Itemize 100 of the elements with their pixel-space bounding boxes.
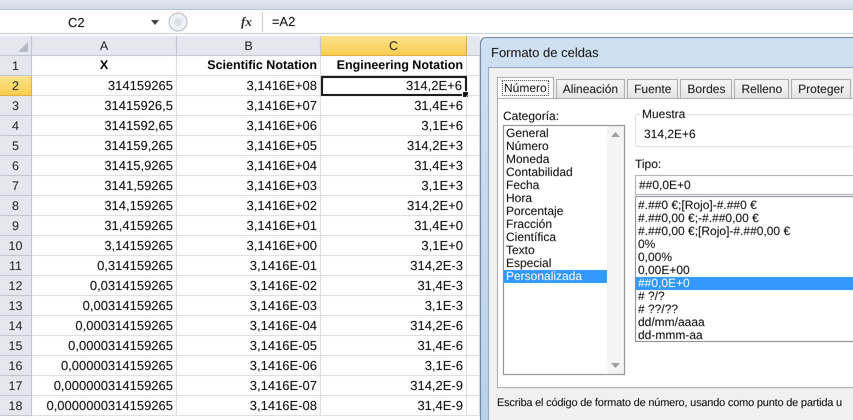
table-cell: 314159265: [32, 76, 177, 96]
row-header[interactable]: 5: [0, 136, 32, 156]
scroll-up-icon[interactable]: [611, 132, 620, 137]
type-list[interactable]: #.##0 €;[Rojo]-#.##0 € #.##0,00 €;-#.##0,00 € #.##0,00 €;[Rojo]-#.##0,00 € 0% 0,00% 0,00E+00 ##0,0E+0 # ?/? # ??/?? dd/mm/aaaa dd-mmm-aa: [635, 196, 853, 342]
table-cell: 3,14159265: [32, 236, 177, 256]
scroll-down-icon[interactable]: [611, 363, 620, 368]
column-header[interactable]: [467, 36, 480, 56]
column-header[interactable]: C: [321, 36, 467, 56]
table-cell: 3,1E-3: [321, 296, 467, 316]
table-cell: 314,2E+6: [321, 76, 467, 96]
table-cell: 0,000314159265: [32, 316, 177, 336]
row-header[interactable]: 8: [0, 196, 32, 216]
category-item[interactable]: Hora: [504, 192, 607, 205]
table-cell: 3,1416E+04: [177, 156, 321, 176]
tab[interactable]: Proteger: [791, 79, 852, 98]
row-header[interactable]: 11: [0, 256, 32, 276]
row-header[interactable]: 13: [0, 296, 32, 316]
row-header[interactable]: 9: [0, 216, 32, 236]
name-box[interactable]: C2: [0, 12, 165, 32]
type-input[interactable]: ##0,0E+0: [635, 175, 853, 195]
row-header[interactable]: 14: [0, 316, 32, 336]
scrollbar[interactable]: [607, 126, 624, 374]
table-cell: 3,1E+3: [321, 176, 467, 196]
table-cell: 3,1416E-06: [177, 356, 321, 376]
tab[interactable]: Relleno: [734, 79, 790, 98]
column-header[interactable]: B: [177, 36, 321, 56]
row-header[interactable]: 18: [0, 396, 32, 416]
sample-label: Muestra: [640, 107, 688, 121]
row-header[interactable]: 2: [0, 76, 32, 96]
description-text: Escriba el código de formato de número, usando como punto de partida u: [497, 397, 843, 409]
type-label: Tipo:: [635, 157, 662, 173]
category-item[interactable]: Fecha: [504, 179, 607, 192]
table-cell: 3,1416E+07: [177, 96, 321, 116]
table-cell: 3,1416E-05: [177, 336, 321, 356]
row-header[interactable]: 7: [0, 176, 32, 196]
tab[interactable]: Bordes: [680, 79, 732, 98]
row-header[interactable]: 12: [0, 276, 32, 296]
tab[interactable]: Fuente: [627, 79, 678, 98]
formula-input[interactable]: =A2: [262, 12, 853, 32]
table-cell: 3,1E+0: [321, 236, 467, 256]
table-cell: 3141,59265: [32, 176, 177, 196]
category-item[interactable]: General: [504, 127, 607, 140]
category-list[interactable]: General Número Moneda Contabilidad Fecha Hora Porcentaje Fracción Científica Texto Especial Personalizada: [503, 125, 625, 375]
table-cell: 0,0314159265: [32, 276, 177, 296]
table-cell: 3,1416E+06: [177, 116, 321, 136]
table-cell: 314,2E+0: [321, 196, 467, 216]
table-cell: 3,1416E+08: [177, 76, 321, 96]
fill-handle[interactable]: [462, 91, 469, 98]
type-item[interactable]: #.##0 €;[Rojo]-#.##0 €: [636, 199, 853, 212]
category-item[interactable]: Contabilidad: [504, 166, 607, 179]
category-item[interactable]: Científica: [504, 231, 607, 244]
category-item[interactable]: Moneda: [504, 153, 607, 166]
table-cell: 0,0000314159265: [32, 336, 177, 356]
table-cell: 0,314159265: [32, 256, 177, 276]
table-cell: 0,00000314159265: [32, 356, 177, 376]
row-header[interactable]: 15: [0, 336, 32, 356]
tab[interactable]: Número: [497, 77, 554, 98]
type-item[interactable]: dd/mm/aaaa: [636, 316, 853, 329]
caret-icon[interactable]: [151, 20, 159, 24]
row-header[interactable]: 16: [0, 356, 32, 376]
table-cell: 0,00314159265: [32, 296, 177, 316]
table-cell: 3141592,65: [32, 116, 177, 136]
type-item[interactable]: 0,00%: [636, 251, 853, 264]
insert-function-button[interactable]: fx: [241, 14, 252, 30]
table-cell: 31,4159265: [32, 216, 177, 236]
row-header[interactable]: 6: [0, 156, 32, 176]
row-header[interactable]: 3: [0, 96, 32, 116]
type-item[interactable]: 0%: [636, 238, 853, 251]
type-item[interactable]: #.##0,00 €;-#.##0,00 €: [636, 212, 853, 225]
select-all-button[interactable]: [0, 36, 32, 56]
table-cell: 31,4E+0: [321, 216, 467, 236]
row-header[interactable]: 1: [0, 56, 32, 76]
type-item[interactable]: dd-mmm-aa: [636, 329, 853, 342]
table-cell: 3,1416E-02: [177, 276, 321, 296]
table-cell: 3,1416E+05: [177, 136, 321, 156]
table-cell: 3,1E+6: [321, 116, 467, 136]
table-cell: 314,2E+3: [321, 136, 467, 156]
column-header[interactable]: A: [32, 36, 177, 56]
row-header[interactable]: 10: [0, 236, 32, 256]
table-cell: 3,1E-6: [321, 356, 467, 376]
category-item[interactable]: Porcentaje: [504, 205, 607, 218]
table-cell: 31,4E-6: [321, 336, 467, 356]
table-cell: 3,1416E+01: [177, 216, 321, 236]
type-item[interactable]: #.##0,00 €;[Rojo]-#.##0,00 €: [636, 225, 853, 238]
category-item[interactable]: Fracción: [504, 218, 607, 231]
category-item[interactable]: Número: [504, 140, 607, 153]
table-cell: 3,1416E+02: [177, 196, 321, 216]
type-item[interactable]: 0,00E+00: [636, 264, 853, 277]
column-title: Engineering Notation: [321, 56, 467, 76]
category-item[interactable]: Texto: [504, 244, 607, 257]
category-item[interactable]: Especial: [504, 257, 607, 270]
table-cell: 3,1416E-03: [177, 296, 321, 316]
tab[interactable]: Alineación: [556, 79, 626, 98]
type-item[interactable]: # ?/?: [636, 290, 853, 303]
row-header[interactable]: 4: [0, 116, 32, 136]
splitter-handle[interactable]: [167, 12, 189, 32]
row-header[interactable]: 17: [0, 376, 32, 396]
table-cell: 314,2E-6: [321, 316, 467, 336]
table-cell: 31,4E-9: [321, 396, 467, 416]
type-item[interactable]: # ??/??: [636, 303, 853, 316]
